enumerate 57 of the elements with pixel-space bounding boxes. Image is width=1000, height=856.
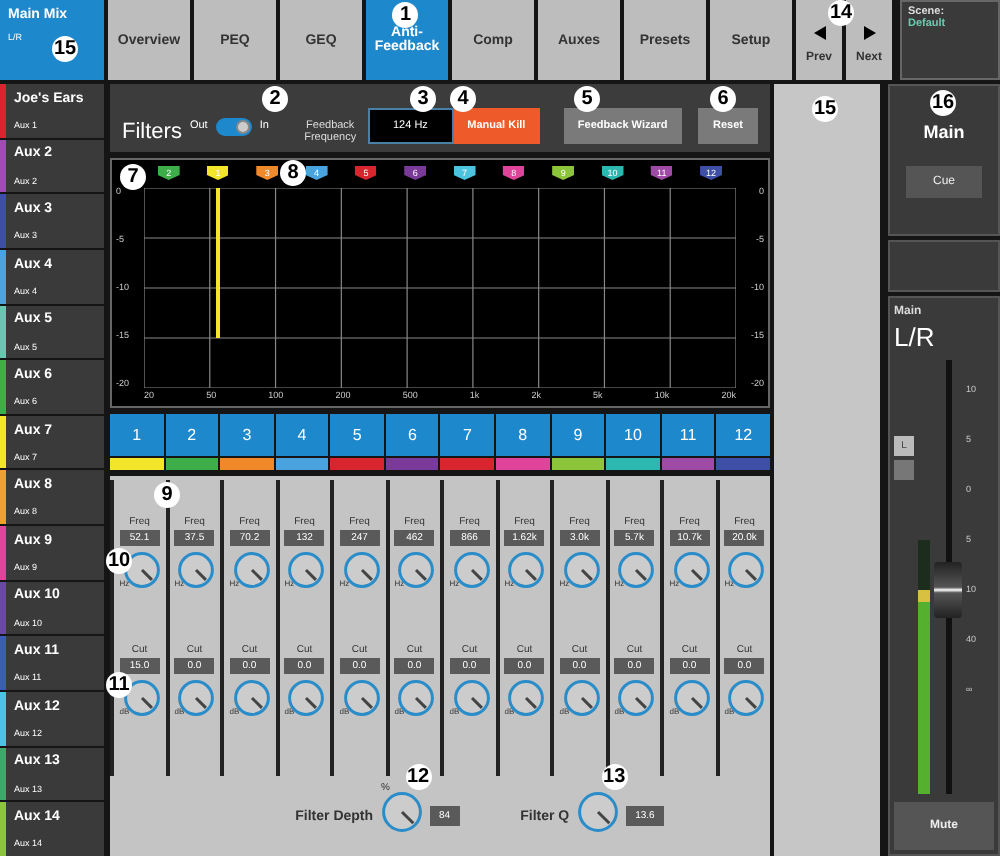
knob[interactable] bbox=[178, 552, 215, 588]
callout-number: 2 bbox=[262, 86, 288, 112]
master-name: L/R bbox=[894, 322, 937, 352]
knob[interactable] bbox=[728, 680, 765, 716]
knob[interactable] bbox=[398, 680, 435, 716]
knob[interactable] bbox=[233, 680, 270, 716]
knob[interactable] bbox=[453, 552, 490, 588]
knob[interactable] bbox=[618, 552, 655, 588]
filter-number-button[interactable]: 12 bbox=[716, 414, 770, 456]
knob[interactable] bbox=[288, 552, 325, 588]
callout-number: 13 bbox=[601, 763, 628, 789]
filter-number-button[interactable]: 5 bbox=[330, 414, 384, 456]
callout-number: 9 bbox=[154, 482, 180, 508]
main-title: Main bbox=[923, 122, 965, 142]
knob[interactable] bbox=[343, 680, 380, 716]
filter-number-button[interactable]: 11 bbox=[661, 414, 715, 456]
caret-left-icon bbox=[813, 25, 825, 39]
callout-number: 10 bbox=[106, 548, 132, 574]
filter-number-button[interactable]: 3 bbox=[220, 414, 274, 456]
filter-number-button[interactable]: 6 bbox=[385, 414, 439, 456]
callout-number: 4 bbox=[450, 86, 476, 112]
knob[interactable] bbox=[728, 552, 765, 588]
knob[interactable] bbox=[673, 552, 710, 588]
callout-number: 3 bbox=[410, 86, 436, 112]
knob[interactable] bbox=[288, 680, 325, 716]
knob[interactable] bbox=[178, 680, 215, 716]
callout-number: 5 bbox=[574, 86, 600, 112]
callout-number: 8 bbox=[280, 160, 306, 186]
filter-number-button[interactable]: 2 bbox=[165, 414, 219, 456]
caret-right-icon bbox=[863, 25, 875, 39]
knob[interactable] bbox=[398, 552, 435, 588]
filter-number-button[interactable]: 10 bbox=[606, 414, 660, 456]
knob[interactable] bbox=[563, 680, 600, 716]
filter-number-button[interactable]: 8 bbox=[496, 414, 550, 456]
knob[interactable] bbox=[343, 552, 380, 588]
callout-number: 7 bbox=[120, 164, 146, 190]
knob[interactable] bbox=[673, 680, 710, 716]
filter-number-button[interactable]: 7 bbox=[440, 414, 495, 456]
knob[interactable] bbox=[563, 552, 600, 588]
knob[interactable] bbox=[508, 680, 545, 716]
filters-toggle[interactable] bbox=[215, 117, 252, 135]
fader-handle[interactable] bbox=[934, 562, 962, 619]
knob[interactable] bbox=[508, 552, 545, 588]
knob[interactable] bbox=[233, 552, 270, 588]
callout-number: 11 bbox=[106, 672, 132, 698]
filter-number-button[interactable]: 4 bbox=[275, 414, 329, 456]
filters-title: Filters bbox=[122, 120, 182, 144]
empty-panel bbox=[888, 240, 1000, 292]
knob[interactable] bbox=[618, 680, 655, 716]
callout-number: 12 bbox=[405, 763, 432, 789]
callout-number: 15 bbox=[52, 36, 78, 62]
callout-number: 15 bbox=[812, 96, 838, 122]
filter-number-button[interactable]: 9 bbox=[551, 414, 605, 456]
callout-number: 16 bbox=[930, 90, 956, 116]
knob[interactable] bbox=[453, 680, 490, 716]
filter-number-button[interactable]: 1 bbox=[110, 414, 164, 456]
callout-number: 6 bbox=[710, 86, 736, 112]
